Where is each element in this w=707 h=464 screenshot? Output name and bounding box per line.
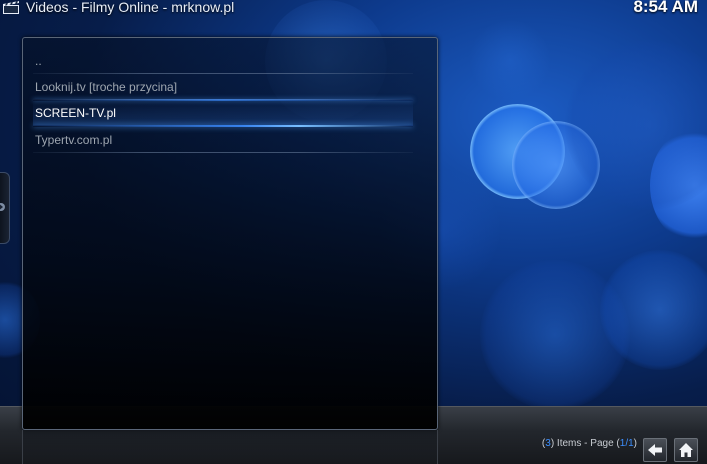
file-list-panel: .. Looknij.tv [troche przycina] SCREEN-T… bbox=[22, 37, 438, 430]
bokeh-decoration bbox=[470, 20, 550, 100]
list-item[interactable]: Typertv.com.pl bbox=[33, 127, 415, 153]
panel-reflection bbox=[22, 430, 438, 464]
list-item-label: .. bbox=[35, 54, 42, 68]
list-item-selected[interactable]: SCREEN-TV.pl bbox=[33, 99, 415, 127]
items-page-text: Items - Page bbox=[554, 438, 617, 449]
list-separator bbox=[33, 152, 413, 153]
header-bar: Videos - Filmy Online - mrknow.pl 8:54 A… bbox=[0, 0, 707, 18]
side-menu-arrow-icon bbox=[0, 202, 5, 212]
home-button[interactable] bbox=[674, 438, 698, 462]
window-title: Videos - Filmy Online - mrknow.pl bbox=[26, 0, 235, 15]
list-item-label: Looknij.tv [troche przycina] bbox=[35, 80, 178, 94]
page-total: 1 bbox=[628, 438, 634, 449]
selection-top-line bbox=[33, 99, 413, 101]
list-item-label: SCREEN-TV.pl bbox=[35, 106, 116, 120]
clapperboard-icon bbox=[2, 0, 20, 15]
list-item-label: Typertv.com.pl bbox=[35, 133, 113, 147]
clock: 8:54 AM bbox=[633, 0, 698, 16]
item-count-status: (3) Items - Page (1/1) bbox=[541, 438, 637, 449]
list-item[interactable]: Looknij.tv [troche przycina] bbox=[33, 74, 415, 100]
item-count: 3 bbox=[545, 438, 551, 449]
list-item[interactable]: .. bbox=[33, 48, 415, 74]
back-button[interactable] bbox=[643, 438, 667, 462]
